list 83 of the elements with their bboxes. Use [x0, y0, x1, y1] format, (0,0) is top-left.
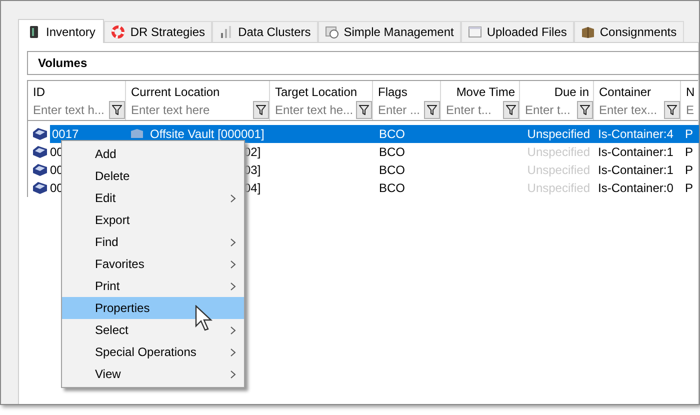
menu-item[interactable]: Add [62, 143, 244, 165]
column-label: N [686, 84, 696, 100]
filter-icon [667, 105, 677, 115]
filter-button[interactable] [664, 101, 680, 119]
menu-item[interactable]: Export [62, 209, 244, 231]
bar-chart-icon [219, 25, 234, 39]
table-cell-text: Is-Container:0 [598, 180, 674, 197]
filter-icon [359, 105, 369, 115]
filter-icon [112, 105, 122, 115]
filter-icon [427, 105, 437, 115]
filter-field[interactable]: Enter ... [378, 101, 424, 119]
server-icon [27, 24, 41, 38]
column-header[interactable]: Flags Enter ... [373, 81, 441, 120]
tape-drive-icon [32, 127, 48, 141]
tab[interactable]: Consignments [574, 21, 684, 42]
column-header[interactable]: Target Location Enter text he... [270, 81, 373, 120]
box-icon [580, 25, 595, 39]
table-cell-text: 02] [244, 144, 261, 161]
tab[interactable]: DR Strategies [104, 21, 212, 42]
table-cell-text: BCO [379, 162, 406, 179]
column-label: ID [33, 84, 46, 100]
panel-title: Volumes [38, 55, 88, 72]
column-label: Due in [553, 84, 590, 100]
tab[interactable]: Inventory [18, 19, 104, 43]
menu-item[interactable]: Properties [62, 297, 244, 319]
lifebuoy-icon [111, 25, 126, 39]
table-cell-text: BCO [379, 126, 406, 143]
column-header[interactable]: ID Enter text h... [28, 81, 126, 120]
menu-item[interactable]: Find [62, 231, 244, 253]
filter-button[interactable] [109, 101, 125, 119]
column-header[interactable]: N E [681, 81, 699, 120]
table-cell-text: BCO [379, 180, 406, 197]
column-label: Current Location [131, 84, 221, 100]
filter-field[interactable]: Enter text here [131, 101, 253, 119]
menu-item[interactable]: Select [62, 319, 244, 341]
filter-button[interactable] [503, 101, 519, 119]
column-label: Container [599, 84, 652, 100]
column-label: Flags [378, 84, 408, 100]
menu-item[interactable]: Favorites [62, 253, 244, 275]
filter-field[interactable]: Enter t... [446, 101, 503, 119]
mouse-pointer-icon [195, 305, 215, 333]
tab[interactable]: Data Clusters [212, 21, 318, 42]
menu-item[interactable]: View [62, 363, 244, 385]
tab[interactable]: Uploaded Files [460, 21, 574, 42]
table-cell-text: 03] [244, 162, 261, 179]
table-cell-text: Unspecified [527, 126, 590, 143]
filter-button[interactable] [424, 101, 440, 119]
menu-item[interactable]: Delete [62, 165, 244, 187]
filter-icon [256, 105, 266, 115]
filter-button[interactable] [253, 101, 269, 119]
menu-item[interactable]: Edit [62, 187, 244, 209]
column-label: Target Location [275, 84, 358, 100]
table-cell-text: Is-Container:4 [598, 126, 674, 143]
filter-field[interactable]: Enter t... [525, 101, 577, 119]
table-cell-text: 04] [244, 180, 261, 197]
table-cell-text: P [685, 180, 694, 197]
filter-field[interactable]: Enter text he... [275, 101, 356, 119]
column-header[interactable]: Container Enter tex... [594, 81, 681, 120]
window-icon [468, 25, 482, 39]
menu-item[interactable]: Special Operations [62, 341, 244, 363]
tape-drive-icon [32, 145, 48, 159]
filter-field[interactable]: Enter tex... [599, 101, 664, 119]
table-cell-text: Offsite Vault [000001] [150, 126, 264, 143]
filter-button[interactable] [577, 101, 593, 119]
column-header[interactable]: Move Time Enter t... [441, 81, 520, 120]
tab[interactable]: Simple Management [318, 21, 461, 42]
filter-field[interactable]: E [686, 101, 698, 119]
table-cell-text: BCO [379, 144, 406, 161]
tape-drive-icon [32, 163, 48, 177]
filter-icon [506, 105, 516, 115]
table-cell-text: P [685, 144, 694, 161]
table-cell-text: P [685, 126, 694, 143]
tape-drive-icon [32, 181, 48, 195]
filter-icon [580, 105, 590, 115]
column-header[interactable]: Due in Enter t... [520, 81, 594, 120]
column-label: Move Time [455, 84, 516, 100]
table-cell-text: Is-Container:1 [598, 162, 674, 179]
table-cell-text: P [685, 162, 694, 179]
filter-field[interactable]: Enter text h... [33, 101, 109, 119]
table-cell-text: Is-Container:1 [598, 144, 674, 161]
menu-item[interactable]: Print [62, 275, 244, 297]
filter-button[interactable] [356, 101, 372, 119]
column-header[interactable]: Current Location Enter text here [126, 81, 270, 120]
